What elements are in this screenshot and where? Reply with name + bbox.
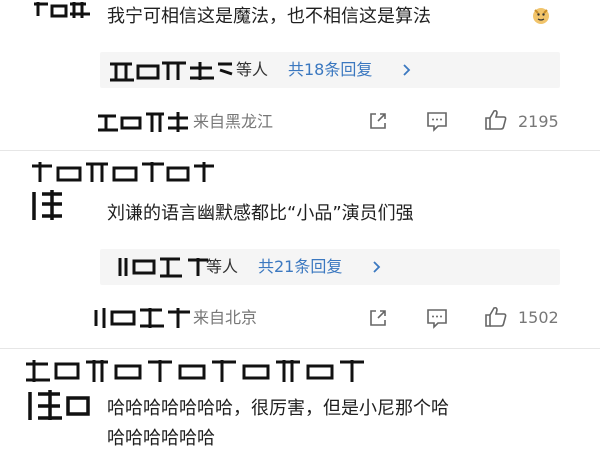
doge-emoji-icon <box>532 7 550 25</box>
reply-count-link[interactable]: 共21条回复 <box>258 249 342 285</box>
share-icon[interactable] <box>367 307 389 329</box>
comment-text-line1: 哈哈哈哈哈哈哈，很厉害，但是小尼那个哈 <box>107 398 449 419</box>
redacted-username-scribble <box>96 110 192 134</box>
comment-location: 来自北京 <box>193 308 258 327</box>
comment-text: 我宁可相信这是魔法，也不相信这是算法 <box>107 6 431 27</box>
reply-names-suffix: 等人 <box>236 60 269 79</box>
reply-names-suffix: 等人 <box>206 257 239 276</box>
redacted-replier-names <box>108 60 236 82</box>
redacted-avatar-scribble <box>30 0 100 22</box>
replies-preview[interactable]: 等人 共21条回复 <box>100 249 560 285</box>
chevron-right-icon <box>402 52 412 101</box>
comment-divider <box>0 150 600 151</box>
like-count: 2195 <box>518 112 559 131</box>
comment-text: 刘谦的语言幽默感都比“小品”演员们强 <box>107 203 414 224</box>
comment-divider <box>0 348 600 349</box>
redacted-replier-names <box>118 256 214 278</box>
replies-preview[interactable]: 等人 共18条回复 <box>100 52 560 88</box>
reply-count-link[interactable]: 共18条回复 <box>288 52 372 88</box>
comment-icon[interactable] <box>425 307 449 329</box>
redacted-username-scribble <box>94 306 194 330</box>
like-count: 1502 <box>518 308 559 327</box>
chevron-right-icon <box>372 249 382 298</box>
comment-location: 来自黑龙江 <box>193 112 274 131</box>
comment-icon[interactable] <box>425 110 449 132</box>
thumbs-up-icon[interactable] <box>483 108 509 132</box>
thumbs-up-icon[interactable] <box>483 305 509 329</box>
share-icon[interactable] <box>367 110 389 132</box>
